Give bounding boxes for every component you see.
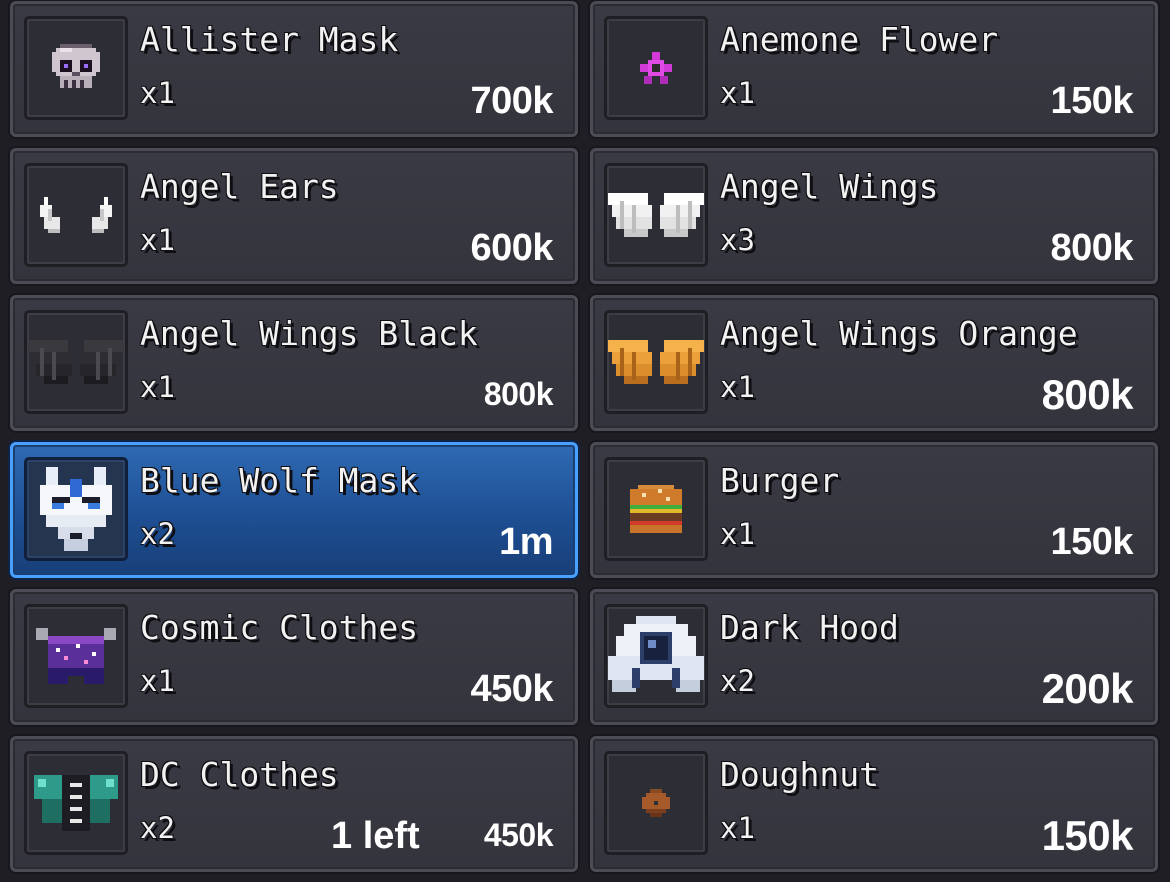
item-price: 150k (1041, 812, 1134, 859)
item-card-blue-wolf-mask[interactable]: Blue Wolf Mask x2 1m (10, 442, 578, 578)
item-name: Blue Wolf Mask (140, 461, 419, 500)
item-quantity: x2 (140, 811, 175, 845)
item-name: Angel Ears (140, 167, 339, 206)
item-price: 450k (470, 668, 553, 710)
item-icon-frame (24, 16, 128, 120)
item-card-anemone-flower[interactable]: Anemone Flower x1 150k (590, 1, 1158, 137)
item-icon-frame (604, 163, 708, 267)
item-card-angel-wings-black[interactable]: Angel Wings Black x1 800k (10, 295, 578, 431)
item-price: 1m (499, 521, 553, 563)
item-name: Angel Wings (720, 167, 939, 206)
item-card-dark-hood[interactable]: Dark Hood x2 200k (590, 589, 1158, 725)
item-quantity: x1 (720, 76, 755, 110)
item-name: Dark Hood (720, 608, 899, 647)
item-icon-frame (24, 604, 128, 708)
item-icon-frame (604, 604, 708, 708)
item-name: Doughnut (720, 755, 879, 794)
item-name: Burger (720, 461, 840, 500)
angel-ears-icon (40, 197, 112, 233)
burger-icon (630, 485, 682, 533)
item-quantity: x2 (720, 664, 755, 698)
item-name: Angel Wings Black (140, 314, 478, 353)
item-icon-frame (604, 751, 708, 855)
item-quantity: x1 (720, 811, 755, 845)
item-quantity: x1 (140, 223, 175, 257)
stock-remaining-label: 1 left (331, 815, 420, 857)
dark-hood-icon (608, 616, 704, 692)
wolf-mask-icon (40, 467, 112, 551)
flower-icon (640, 52, 672, 84)
item-quantity: x1 (140, 664, 175, 698)
item-quantity: x3 (720, 223, 755, 257)
white-wings-icon (608, 193, 704, 237)
item-card-angel-wings-orange[interactable]: Angel Wings Orange x1 800k (590, 295, 1158, 431)
item-card-cosmic-clothes[interactable]: Cosmic Clothes x1 450k (10, 589, 578, 725)
item-price: 150k (1050, 80, 1133, 122)
item-icon-frame (24, 457, 128, 561)
item-card-angel-ears[interactable]: Angel Ears x1 600k (10, 148, 578, 284)
item-price: 700k (470, 80, 553, 122)
item-quantity: x1 (720, 370, 755, 404)
item-quantity: x1 (140, 76, 175, 110)
item-card-angel-wings[interactable]: Angel Wings x3 800k (590, 148, 1158, 284)
item-name: Cosmic Clothes (140, 608, 419, 647)
item-card-allister-mask[interactable]: Allister Mask x1 700k (10, 1, 578, 137)
item-icon-frame (604, 16, 708, 120)
item-price: 800k (1050, 227, 1133, 269)
item-icon-frame (24, 163, 128, 267)
item-icon-frame (24, 751, 128, 855)
item-card-dc-clothes[interactable]: DC Clothes x2 1 left 450k (10, 736, 578, 872)
item-name: DC Clothes (140, 755, 339, 794)
doughnut-icon (642, 789, 670, 817)
item-name: Allister Mask (140, 20, 399, 59)
cosmic-clothes-icon (36, 628, 116, 684)
skull-mask-icon (52, 44, 100, 88)
item-icon-frame (604, 310, 708, 414)
item-price: 450k (483, 817, 554, 853)
item-price: 200k (1041, 665, 1134, 712)
item-card-doughnut[interactable]: Doughnut x1 150k (590, 736, 1158, 872)
black-wings-icon (28, 340, 124, 384)
item-name: Angel Wings Orange (720, 314, 1078, 353)
item-card-burger[interactable]: Burger x1 150k (590, 442, 1158, 578)
item-price: 600k (470, 227, 553, 269)
item-icon-frame (604, 457, 708, 561)
item-quantity: x2 (140, 517, 175, 551)
item-quantity: x1 (720, 517, 755, 551)
item-grid: Allister Mask x1 700k Anemone Flower x1 … (0, 0, 1170, 882)
orange-wings-icon (608, 340, 704, 384)
item-icon-frame (24, 310, 128, 414)
item-name: Anemone Flower (720, 20, 999, 59)
item-price: 800k (1041, 371, 1134, 418)
item-quantity: x1 (140, 370, 175, 404)
dc-clothes-icon (34, 775, 118, 831)
item-price: 150k (1050, 521, 1133, 563)
item-price: 800k (483, 376, 554, 412)
